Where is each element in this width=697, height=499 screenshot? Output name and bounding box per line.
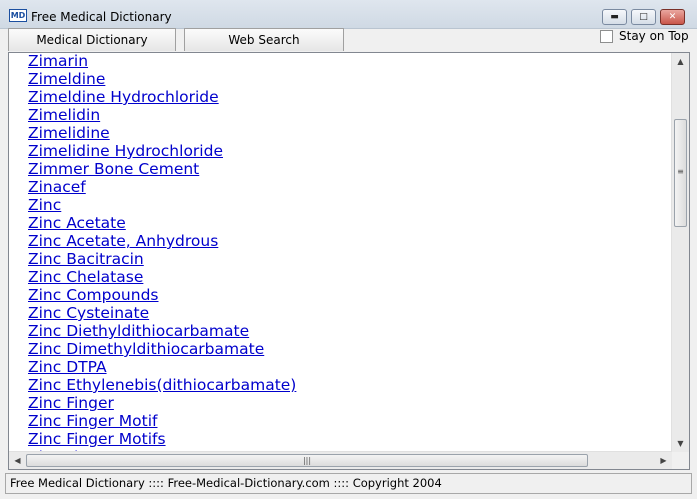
- term-link[interactable]: Zimelidine: [28, 124, 296, 142]
- status-bar: Free Medical Dictionary :::: Free-Medica…: [5, 473, 692, 494]
- tab-medical-dictionary[interactable]: Medical Dictionary: [8, 28, 176, 51]
- maximize-button[interactable]: □: [631, 9, 656, 25]
- minimize-icon: ▬: [610, 11, 619, 22]
- stay-on-top-label: Stay on Top: [619, 29, 689, 43]
- term-link[interactable]: Zinc Acetate, Anhydrous: [28, 232, 296, 250]
- term-link[interactable]: Zinc DTPA: [28, 358, 296, 376]
- term-link[interactable]: Zimeldine: [28, 70, 296, 88]
- scrollbar-corner: [672, 452, 689, 469]
- term-link[interactable]: Zinc Compounds: [28, 286, 296, 304]
- window-controls: ▬ □ ✕: [598, 9, 685, 25]
- term-link[interactable]: Zimelidin: [28, 106, 296, 124]
- term-link[interactable]: Zinc Finger Motifs: [28, 430, 296, 448]
- term-link[interactable]: Zinc Diethyldithiocarbamate: [28, 322, 296, 340]
- term-link[interactable]: Zinc Dimethyldithiocarbamate: [28, 340, 296, 358]
- vertical-scrollbar[interactable]: ▲ ≡ ▼: [671, 53, 689, 452]
- term-link[interactable]: Zinc Finger: [28, 394, 296, 412]
- close-icon: ✕: [668, 11, 677, 22]
- term-link[interactable]: Zinc Acetate: [28, 214, 296, 232]
- term-link[interactable]: Zinacef: [28, 178, 296, 196]
- term-link[interactable]: Zinc Chelatase: [28, 268, 296, 286]
- scroll-down-icon[interactable]: ▼: [672, 435, 689, 452]
- scroll-left-icon[interactable]: ◀: [9, 452, 26, 469]
- term-link[interactable]: Zimmer Bone Cement: [28, 160, 296, 178]
- status-text: Free Medical Dictionary :::: Free-Medica…: [10, 476, 442, 490]
- horizontal-scroll-thumb[interactable]: |||: [26, 454, 588, 467]
- stay-on-top-toggle[interactable]: Stay on Top: [600, 29, 689, 43]
- term-list-panel: Zimarin Zimeldine Zimeldine Hydrochloride Z…: [8, 52, 690, 470]
- close-button[interactable]: ✕: [660, 9, 685, 25]
- title-bar[interactable]: MD Free Medical Dictionary ▬ □ ✕: [0, 0, 697, 29]
- window-title: Free Medical Dictionary: [31, 10, 172, 24]
- vertical-scroll-thumb[interactable]: ≡: [674, 119, 687, 227]
- term-link[interactable]: Zinc Ethylenebis(dithiocarbamate): [28, 376, 296, 394]
- stay-on-top-checkbox[interactable]: [600, 29, 613, 43]
- scroll-right-icon[interactable]: ▶: [655, 452, 672, 469]
- term-link[interactable]: Zimeldine Hydrochloride: [28, 88, 296, 106]
- term-link[interactable]: Zinc: [28, 196, 296, 214]
- term-link[interactable]: Zimelidine Hydrochloride: [28, 142, 296, 160]
- term-link[interactable]: Zimarin: [28, 53, 296, 70]
- term-list: Zimarin Zimeldine Zimeldine Hydrochloride Z…: [28, 53, 296, 466]
- app-icon: MD: [9, 9, 27, 22]
- scroll-up-icon[interactable]: ▲: [672, 53, 689, 70]
- term-link[interactable]: Zinc Cysteinate: [28, 304, 296, 322]
- tab-web-search[interactable]: Web Search: [184, 28, 344, 51]
- term-link[interactable]: Zinc Finger Motif: [28, 412, 296, 430]
- maximize-icon: □: [639, 11, 648, 22]
- horizontal-scrollbar[interactable]: ◀ ||| ▶: [9, 451, 672, 469]
- term-link[interactable]: Zinc Bacitracin: [28, 250, 296, 268]
- minimize-button[interactable]: ▬: [602, 9, 627, 25]
